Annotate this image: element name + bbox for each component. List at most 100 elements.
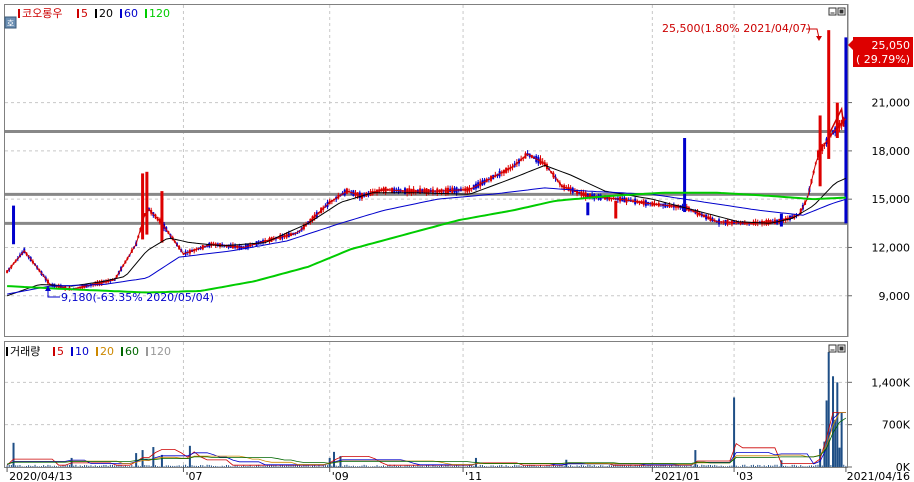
- volume-bar: [720, 465, 722, 467]
- volume-bar: [217, 466, 219, 467]
- volume-bar-spike: [827, 352, 830, 467]
- volume-bar: [795, 465, 797, 467]
- volume-bar: [350, 466, 352, 467]
- volume-bar: [477, 466, 479, 467]
- volume-bar: [90, 465, 92, 467]
- volume-bar: [567, 466, 569, 467]
- volume-bar: [56, 466, 58, 467]
- volume-bar: [232, 466, 234, 467]
- legend-swatch: [96, 347, 98, 356]
- volume-bar-spike: [12, 442, 15, 467]
- volume-legend-item-0: 거래량: [10, 345, 40, 358]
- volume-bar: [219, 466, 221, 467]
- volume-bar: [800, 465, 802, 467]
- volume-bar: [802, 466, 804, 467]
- legend-swatch: [120, 9, 122, 18]
- date-tick-label: '03: [736, 470, 753, 482]
- volume-bar: [490, 465, 492, 467]
- volume-bar: [703, 465, 705, 467]
- volume-bar: [238, 466, 240, 467]
- volume-bar: [580, 464, 582, 467]
- volume-bar: [770, 465, 772, 467]
- volume-bar: [34, 464, 36, 467]
- volume-bar: [434, 465, 436, 467]
- volume-bar: [602, 465, 604, 467]
- volume-bar: [727, 466, 729, 467]
- volume-bar: [77, 466, 79, 467]
- volume-bar: [505, 465, 507, 467]
- volume-bar: [322, 465, 324, 467]
- volume-bar: [277, 466, 279, 467]
- volume-bar: [746, 466, 748, 467]
- candle-spike: [614, 200, 618, 219]
- volume-bar: [740, 466, 742, 467]
- legend-swatch: [145, 9, 147, 18]
- volume-bar: [180, 466, 182, 467]
- candle-spike: [586, 202, 590, 216]
- volume-bar: [785, 465, 787, 467]
- volume-bar: [58, 466, 60, 467]
- candle-spike: [844, 37, 848, 224]
- volume-bar: [507, 465, 509, 467]
- volume-bar: [391, 465, 393, 467]
- volume-bar: [574, 466, 576, 467]
- price-tick-label: 9,000: [879, 290, 911, 303]
- volume-bar: [324, 465, 326, 467]
- volume-bar: [598, 466, 600, 467]
- volume-bar: [653, 466, 655, 467]
- volume-bar: [105, 464, 107, 467]
- volume-bar: [346, 464, 348, 467]
- volume-bar: [669, 465, 671, 467]
- volume-bar: [284, 465, 286, 467]
- volume-bar: [131, 465, 133, 467]
- volume-minimize-button[interactable]: [828, 344, 837, 353]
- volume-bar: [28, 465, 30, 467]
- price-tick-label: 18,000: [872, 145, 911, 158]
- volume-bar: [503, 466, 505, 467]
- volume-bar: [236, 465, 238, 467]
- volume-bar: [479, 464, 481, 467]
- volume-bar: [234, 465, 236, 467]
- volume-bar: [86, 465, 88, 467]
- volume-bar: [260, 466, 262, 467]
- price-minimize-button[interactable]: [828, 7, 837, 16]
- volume-bar: [256, 465, 258, 467]
- volume-bar: [165, 465, 167, 467]
- volume-bar: [593, 465, 595, 467]
- price-legend-item-1: 5: [81, 7, 88, 20]
- volume-bar: [45, 466, 47, 467]
- volume-bar: [262, 465, 264, 467]
- volume-bar: [103, 464, 105, 467]
- volume-bar: [671, 465, 673, 467]
- volume-bar: [604, 466, 606, 467]
- volume-bar: [752, 464, 754, 467]
- volume-bar: [765, 466, 767, 467]
- date-tick-label: '11: [465, 470, 482, 482]
- volume-bar: [395, 465, 397, 467]
- volume-bar: [163, 466, 165, 467]
- volume-bar: [172, 465, 174, 467]
- volume-bar: [124, 465, 126, 467]
- volume-bar: [845, 465, 847, 467]
- volume-bar: [759, 465, 761, 467]
- date-tick-label: '07: [185, 470, 202, 482]
- volume-bar: [146, 465, 148, 467]
- volume-bar: [344, 465, 346, 467]
- volume-bar: [692, 465, 694, 467]
- volume-bar: [355, 466, 357, 467]
- volume-bar: [456, 465, 458, 467]
- volume-bar: [206, 464, 208, 467]
- volume-bar: [608, 465, 610, 467]
- volume-bar: [471, 465, 473, 467]
- volume-bar: [550, 466, 552, 467]
- volume-bar: [722, 466, 724, 467]
- volume-bar: [372, 466, 374, 467]
- volume-bar: [806, 466, 808, 467]
- volume-bar: [697, 464, 699, 467]
- stock-chart: 21,000 18,000 15,000 12,000 9,000 1,400K 700K…: [4, 4, 913, 482]
- volume-bar: [817, 464, 819, 467]
- volume-bar: [251, 466, 253, 467]
- volume-bar: [380, 466, 382, 467]
- volume-bar: [767, 465, 769, 467]
- date-tick-label: 2021/04/16: [847, 470, 910, 482]
